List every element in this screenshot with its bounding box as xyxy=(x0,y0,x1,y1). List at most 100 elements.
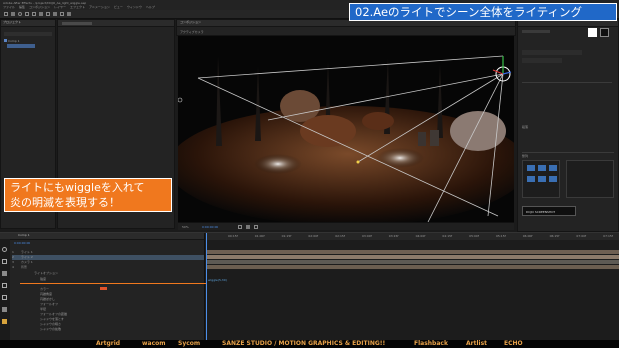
project-search-input[interactable] xyxy=(4,32,52,36)
pan-tool-icon[interactable] xyxy=(46,12,50,16)
sponsor-artgrid: Artgrid xyxy=(96,340,121,347)
property-label[interactable]: シャドウの暗さ xyxy=(40,322,61,326)
effect-controls-tab[interactable] xyxy=(62,22,92,25)
expression-text[interactable]: wiggle(5,30) xyxy=(208,278,227,282)
timeline-side-tools xyxy=(0,239,10,341)
font-style-dropdown[interactable] xyxy=(522,58,562,63)
selection-tool-icon[interactable] xyxy=(11,12,15,16)
project-item-label: Comp 1 xyxy=(7,39,20,43)
graph-editor-icon[interactable] xyxy=(2,307,7,312)
menu-layer[interactable]: レイヤー xyxy=(54,5,66,9)
time-ruler[interactable]: 00:15f 01:00f 01:15f 02:00f 02:15f 03:00… xyxy=(206,233,619,240)
divider xyxy=(522,82,612,83)
align-middle-icon[interactable] xyxy=(538,176,546,182)
camera-tool-icon[interactable] xyxy=(39,12,43,16)
info-bar xyxy=(522,30,550,33)
composition-viewer[interactable] xyxy=(178,36,514,222)
fire-glow xyxy=(376,148,424,168)
zoom-tool-icon[interactable] xyxy=(25,12,29,16)
comp-icon xyxy=(4,39,7,42)
ruler-tick: 03:00f xyxy=(361,234,372,238)
eye-icon[interactable] xyxy=(2,271,7,276)
active-camera-label: アクティブカメラ xyxy=(180,30,204,34)
menu-file[interactable]: ファイル xyxy=(3,5,15,9)
log xyxy=(300,115,356,147)
property-label[interactable]: 円錐角度 xyxy=(40,292,52,296)
menu-edit[interactable]: 編集 xyxy=(19,5,25,9)
type-tool-icon[interactable] xyxy=(67,12,71,16)
project-item-selected[interactable] xyxy=(7,44,35,48)
channel-icon[interactable] xyxy=(254,225,258,229)
camera-icon[interactable] xyxy=(246,225,250,229)
sponsor-sanze-studio: SANZE STUDIO / MOTION GRAPHICS & EDITING… xyxy=(222,340,386,347)
align-grid[interactable] xyxy=(522,160,560,198)
menu-composition[interactable]: コンポジション xyxy=(29,5,50,9)
property-label[interactable]: フォールオフの距離 xyxy=(40,312,67,316)
property-label[interactable]: シャドウを落とす xyxy=(40,317,64,321)
timeline-timecode[interactable]: 0:00:00:00 xyxy=(14,241,30,245)
viewer-controls: 50% 0:00:00:00 xyxy=(178,222,514,230)
solo-icon[interactable] xyxy=(2,247,7,252)
project-tab[interactable]: プロジェクト xyxy=(3,20,21,24)
layer-name[interactable]: カメラ 1 xyxy=(21,260,33,264)
timeline-tab[interactable]: Comp 1 xyxy=(18,233,30,237)
property-label[interactable]: シャドウの拡散 xyxy=(40,327,61,331)
menu-view[interactable]: ビュー xyxy=(114,5,123,9)
align-center-icon[interactable] xyxy=(538,165,546,171)
layer-bar[interactable] xyxy=(206,265,619,269)
ruler-tick: 00:15f xyxy=(228,234,238,238)
layer-name[interactable]: 背景 xyxy=(21,265,27,269)
layer-bar[interactable] xyxy=(206,260,619,264)
layer-number: 2 xyxy=(12,255,14,259)
color-swatch[interactable] xyxy=(100,287,107,290)
layer-row[interactable]: 4 背景 xyxy=(12,265,204,270)
property-label[interactable]: ライトオプション xyxy=(34,271,58,275)
rotate-tool-icon[interactable] xyxy=(32,12,36,16)
color-swatch[interactable] xyxy=(588,28,597,37)
layer-name[interactable]: ライト 2 xyxy=(21,255,33,259)
project-item[interactable]: Comp 1 xyxy=(4,39,20,43)
menu-effect[interactable]: エフェクト xyxy=(70,5,85,9)
ruler-tick: 01:15f xyxy=(281,234,292,238)
sponsor-artlist: Artlist xyxy=(466,340,488,347)
layer-bar[interactable] xyxy=(206,250,619,254)
align-right-icon[interactable] xyxy=(549,165,557,171)
ruler-tick: 04:00f xyxy=(415,234,426,238)
property-label[interactable]: 強度 xyxy=(40,277,46,281)
rock xyxy=(450,111,506,151)
align-left-icon[interactable] xyxy=(527,165,535,171)
align-bottom-icon[interactable] xyxy=(549,176,557,182)
playhead[interactable] xyxy=(206,233,207,341)
grid-icon[interactable] xyxy=(238,225,242,229)
timeline-header: Comp 1 xyxy=(0,233,204,240)
menu-window[interactable]: ウィンドウ xyxy=(127,5,142,9)
ruler-tick: 06:15f xyxy=(549,234,560,238)
viewer-zoom[interactable]: 50% xyxy=(182,225,189,229)
composition-tab[interactable]: コンポジション xyxy=(180,20,201,24)
hand-tool-icon[interactable] xyxy=(18,12,22,16)
home-icon[interactable] xyxy=(4,12,8,16)
property-label[interactable]: カラー xyxy=(40,287,49,291)
property-label[interactable]: フォールオフ xyxy=(40,302,58,306)
shape-tool-icon[interactable] xyxy=(53,12,57,16)
color-swatch[interactable] xyxy=(600,28,609,37)
lock-icon[interactable] xyxy=(2,259,7,264)
layer-name[interactable]: ライト 1 xyxy=(21,250,33,254)
timeline-tracks: 00:15f 01:00f 01:15f 02:00f 02:15f 03:00… xyxy=(206,233,619,341)
motion-blur-icon[interactable] xyxy=(2,295,7,300)
keyframe-icon[interactable] xyxy=(2,319,7,324)
menu-animation[interactable]: アニメーション xyxy=(89,5,110,9)
distribute-grid[interactable] xyxy=(566,160,614,198)
menu-help[interactable]: ヘルプ xyxy=(146,5,155,9)
viewer-timecode[interactable]: 0:00:00:00 xyxy=(202,225,218,229)
align-top-icon[interactable] xyxy=(527,176,535,182)
shy-icon[interactable] xyxy=(2,283,7,288)
sponsor-wacom: wacom xyxy=(142,340,166,347)
menu-items: ファイル 編集 コンポジション レイヤー エフェクト アニメーション ビュー ウィンドウ ヘルプ xyxy=(3,5,159,9)
property-label[interactable]: 円錐ぼかし xyxy=(40,297,55,301)
layer-bar-selected[interactable] xyxy=(206,255,619,259)
light-point-icon[interactable] xyxy=(356,160,360,164)
font-dropdown[interactable] xyxy=(522,50,582,55)
pen-tool-icon[interactable] xyxy=(60,12,64,16)
property-label[interactable]: 半径 xyxy=(40,307,46,311)
